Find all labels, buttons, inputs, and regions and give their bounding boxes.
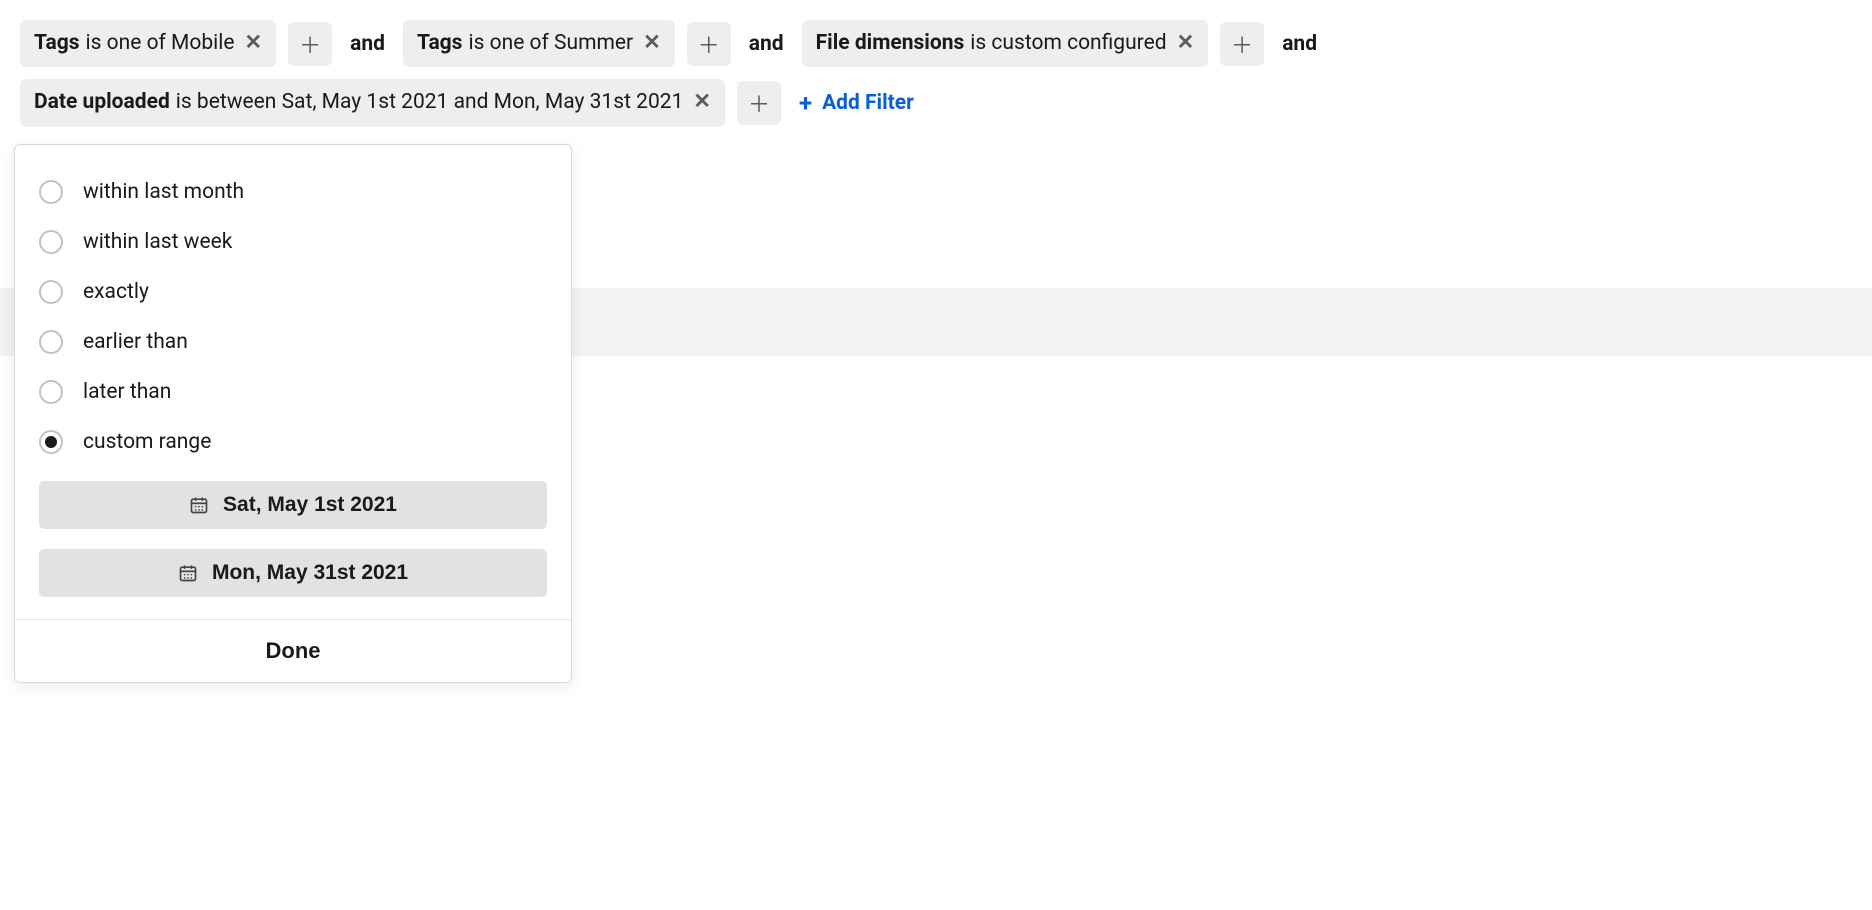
option-later-than[interactable]: later than [39, 367, 547, 417]
radio-icon [39, 280, 63, 304]
filter-rest: is custom configured [970, 30, 1166, 57]
radio-icon [39, 380, 63, 404]
end-date-label: Mon, May 31st 2021 [212, 561, 408, 585]
option-label: earlier than [83, 330, 188, 354]
plus-icon: + [799, 89, 812, 117]
option-custom-range[interactable]: custom range [39, 417, 547, 467]
close-icon[interactable]: ✕ [245, 30, 263, 57]
conjunction-label: and [743, 32, 790, 56]
radio-icon [39, 230, 63, 254]
filter-chip-file-dimensions[interactable]: File dimensions is custom configured ✕ [802, 20, 1209, 67]
date-filter-popover: within last month within last week exact… [14, 144, 572, 683]
filter-rest: is one of Mobile [86, 30, 235, 57]
close-icon[interactable]: ✕ [1177, 30, 1195, 57]
date-mode-options: within last month within last week exact… [15, 145, 571, 477]
close-icon[interactable]: ✕ [693, 89, 711, 116]
close-icon[interactable]: ✕ [643, 30, 661, 57]
option-label: within last week [83, 230, 232, 254]
add-filter-button[interactable]: + Add Filter [793, 81, 920, 125]
conjunction-label: and [344, 32, 391, 56]
option-label: exactly [83, 280, 149, 304]
done-button[interactable]: Done [266, 638, 321, 664]
add-condition-button[interactable]: ＋ [1220, 22, 1264, 66]
radio-icon [39, 430, 63, 454]
filter-field: Tags [417, 30, 463, 57]
start-date-button[interactable]: Sat, May 1st 2021 [39, 481, 547, 529]
filter-field: File dimensions [816, 30, 965, 57]
conjunction-label: and [1276, 32, 1323, 56]
filter-field: Date uploaded [34, 89, 170, 116]
filter-bar: Tags is one of Mobile ✕ ＋ and Tags is on… [20, 20, 1852, 127]
option-label: within last month [83, 180, 244, 204]
date-range-inputs: Sat, May 1st 2021 Mon, May 31st 2021 [15, 477, 571, 619]
add-condition-button[interactable]: ＋ [288, 22, 332, 66]
filter-rest: is one of Summer [468, 30, 633, 57]
option-exactly[interactable]: exactly [39, 267, 547, 317]
filter-chip-tags-mobile[interactable]: Tags is one of Mobile ✕ [20, 20, 276, 67]
add-condition-button[interactable]: ＋ [737, 81, 781, 125]
filter-field: Tags [34, 30, 80, 57]
popover-footer: Done [15, 619, 571, 682]
filter-chip-tags-summer[interactable]: Tags is one of Summer ✕ [403, 20, 675, 67]
option-earlier-than[interactable]: earlier than [39, 317, 547, 367]
filter-chip-date-uploaded[interactable]: Date uploaded is between Sat, May 1st 20… [20, 79, 725, 126]
radio-icon [39, 180, 63, 204]
add-condition-button[interactable]: ＋ [687, 22, 731, 66]
option-label: later than [83, 380, 171, 404]
add-filter-label: Add Filter [822, 91, 914, 115]
radio-icon [39, 330, 63, 354]
calendar-icon [189, 495, 209, 515]
option-within-last-week[interactable]: within last week [39, 217, 547, 267]
option-within-last-month[interactable]: within last month [39, 167, 547, 217]
filter-rest: is between Sat, May 1st 2021 and Mon, Ma… [176, 89, 684, 116]
option-label: custom range [83, 430, 211, 454]
calendar-icon [178, 563, 198, 583]
start-date-label: Sat, May 1st 2021 [223, 493, 397, 517]
end-date-button[interactable]: Mon, May 31st 2021 [39, 549, 547, 597]
